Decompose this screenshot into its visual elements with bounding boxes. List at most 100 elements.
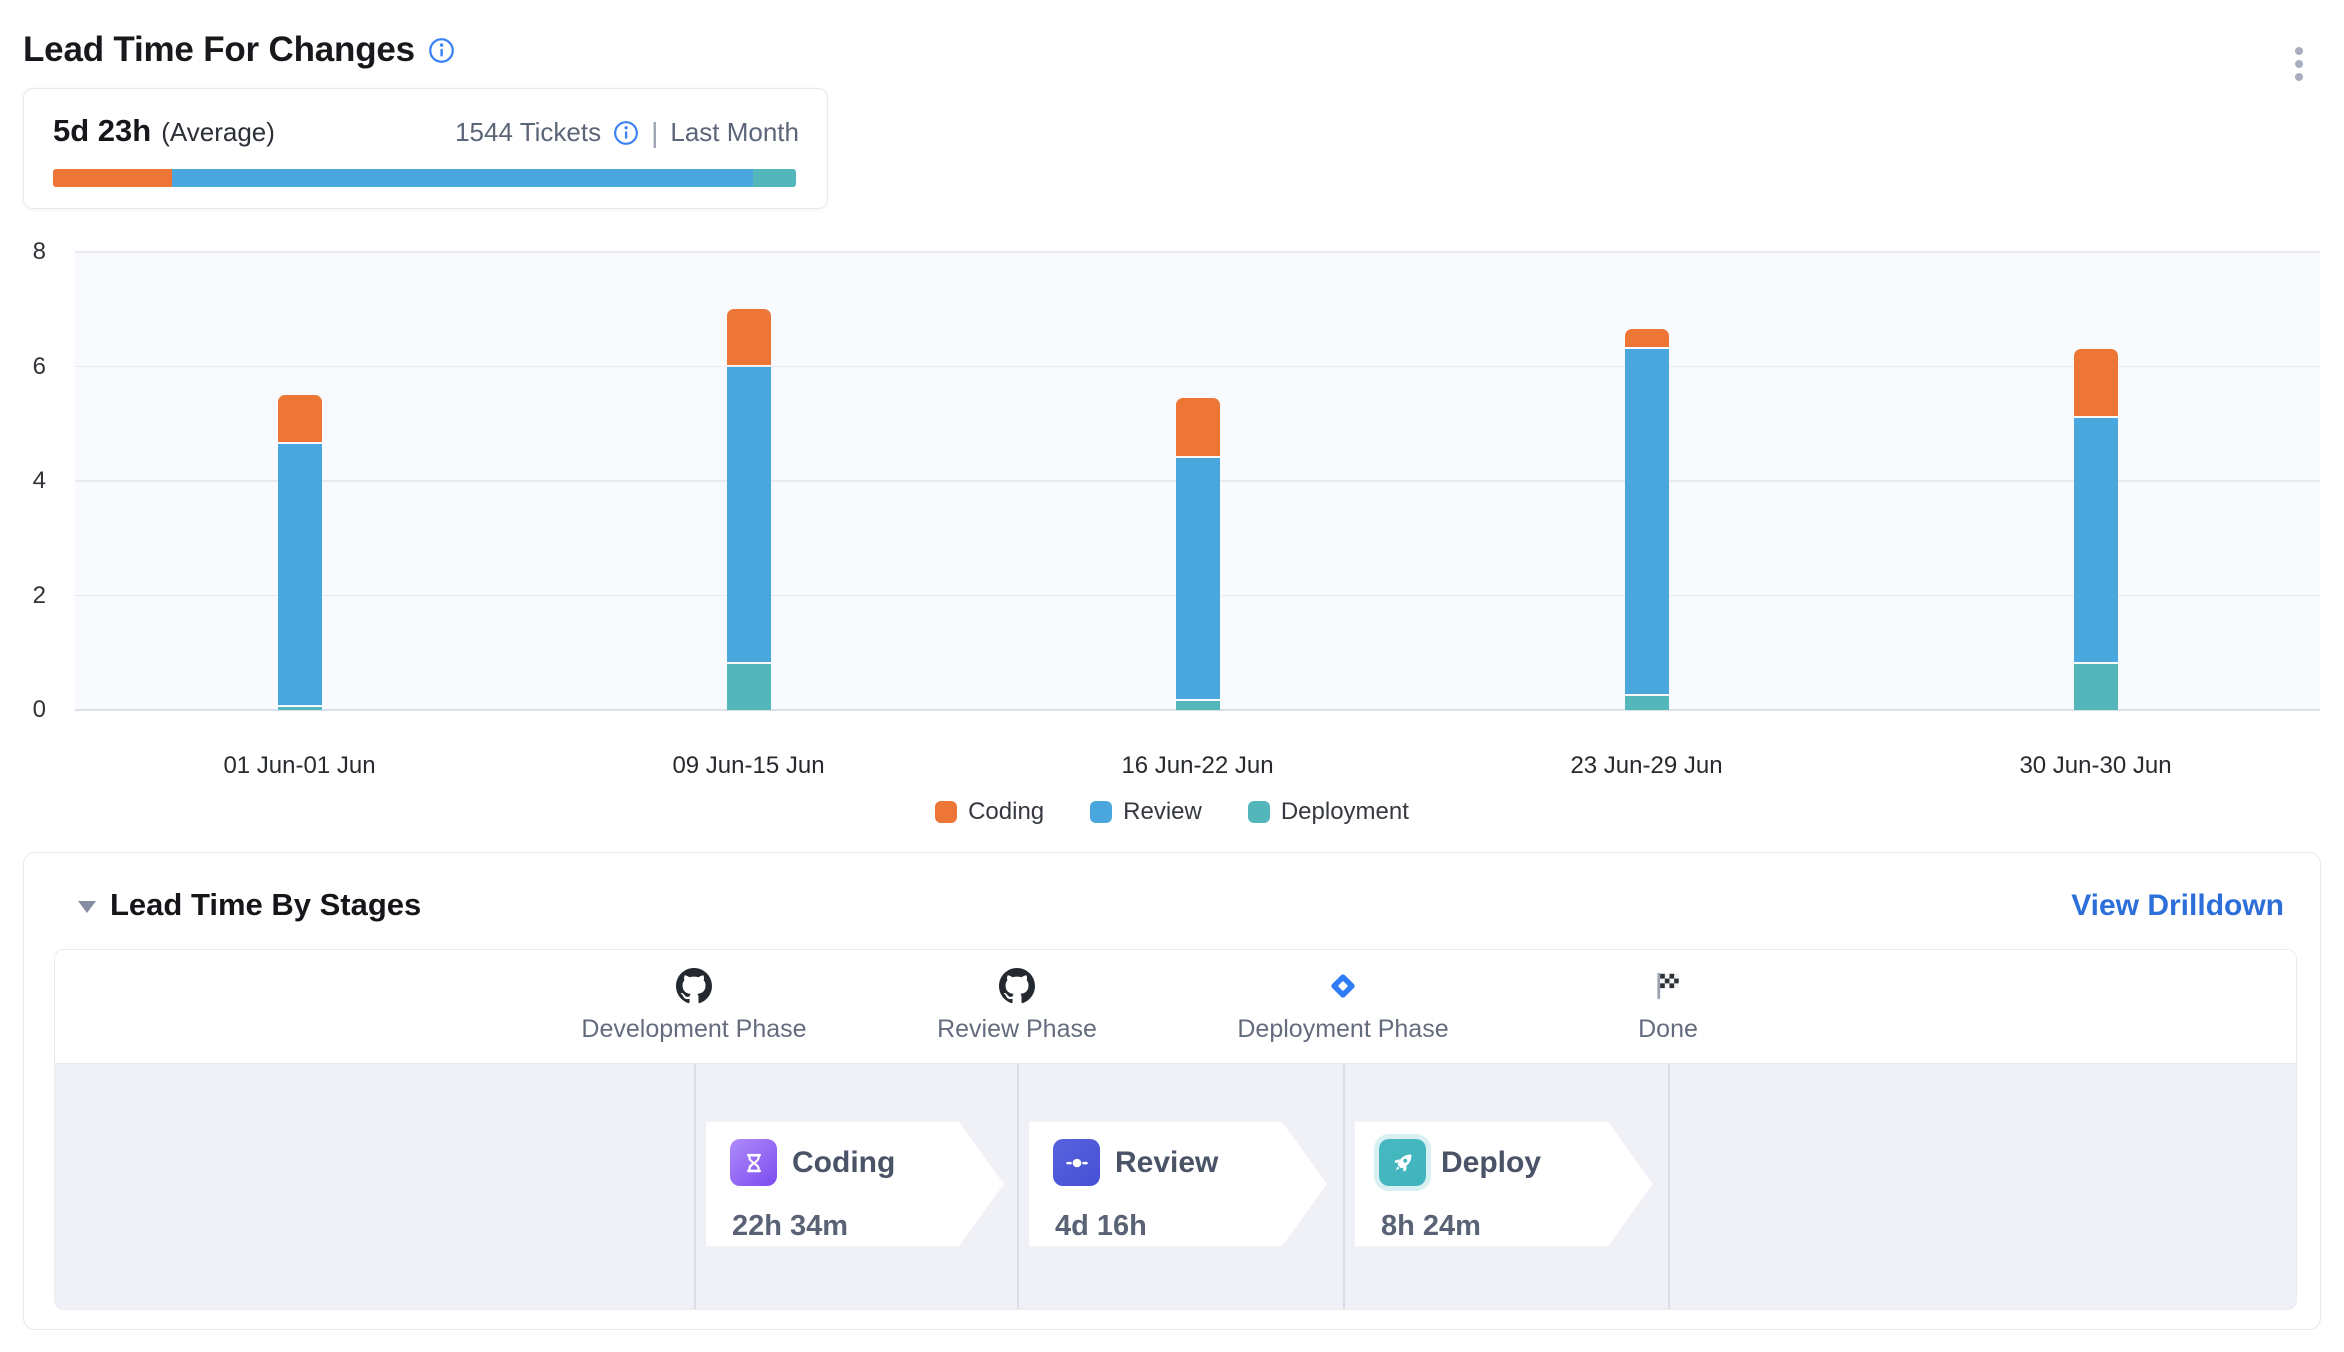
checkered-flag-icon [1538,966,1798,1006]
commit-icon [1053,1139,1100,1186]
github-icon [887,966,1147,1006]
x-axis: 01 Jun-01 Jun09 Jun-15 Jun16 Jun-22 Jun2… [75,752,2320,780]
legend-label: Review [1123,798,1202,826]
legend-swatch [935,801,957,823]
stages-table: Development Phase Review Phase [54,949,2297,1310]
hourglass-icon [730,1139,777,1186]
bar-band [1871,252,2320,710]
stacked-bar-09 Jun-15 Jun[interactable] [727,252,771,710]
legend-label: Coding [968,798,1044,826]
bar-segment-deployment[interactable] [1625,696,1669,710]
kebab-menu-button[interactable] [2284,34,2314,94]
stage-card-title: Deploy [1441,1146,1541,1180]
jira-diamond-icon [1213,966,1473,1006]
average-label: (Average) [161,117,275,148]
bar-segment-review[interactable] [1176,458,1220,699]
column-divider [1017,1064,1019,1309]
title-info-icon[interactable] [428,37,455,64]
column-divider [1343,1064,1345,1309]
lead-time-for-changes-page: Lead Time For Changes 5d 23h (Average) 1… [0,0,2344,1352]
summary-bar-segment-review [172,169,753,187]
y-tick-label: 0 [0,696,46,724]
bar-segment-review[interactable] [1625,349,1669,693]
bar-segment-coding[interactable] [278,395,322,442]
bar-segment-coding[interactable] [1176,398,1220,456]
rocket-icon [1379,1139,1426,1186]
tickets-info-icon[interactable] [613,120,639,146]
phase-deployment: Deployment Phase [1213,966,1473,1044]
stacked-bar-01 Jun-01 Jun[interactable] [278,252,322,710]
stacked-bar-30 Jun-30 Jun[interactable] [2074,252,2118,710]
summary-distribution-bar [53,169,796,187]
phase-done: Done [1538,966,1798,1044]
stage-card-review[interactable]: Review 4d 16h [1029,1122,1327,1246]
legend-item-review[interactable]: Review [1090,798,1202,826]
average-lead-time-value: 5d 23h [53,113,151,149]
stage-card-value: 22h 34m [732,1210,848,1243]
bar-segment-deployment[interactable] [727,664,771,710]
stage-card-value: 8h 24m [1381,1210,1481,1243]
github-icon [564,966,824,1006]
stacked-bar-23 Jun-29 Jun[interactable] [1625,252,1669,710]
tickets-count: 1544 Tickets [455,117,601,148]
legend-label: Deployment [1281,798,1409,826]
phase-development: Development Phase [564,966,824,1044]
x-axis-label: 23 Jun-29 Jun [1422,752,1871,780]
stage-card-value: 4d 16h [1055,1210,1147,1243]
summary-bar-segment-deployment [753,169,796,187]
bar-segment-deployment[interactable] [2074,664,2118,710]
phase-label: Deployment Phase [1213,1015,1473,1044]
x-axis-label: 16 Jun-22 Jun [973,752,1422,780]
header: Lead Time For Changes [23,30,455,70]
bar-segment-review[interactable] [2074,418,2118,662]
y-tick-label: 2 [0,582,46,610]
stages-title: Lead Time By Stages [110,887,421,923]
bar-band [75,252,524,710]
stages-body: Coding 22h 34m Review [55,1064,2296,1309]
lead-time-chart: 01 Jun-01 Jun09 Jun-15 Jun16 Jun-22 Jun2… [0,240,2344,846]
bar-segment-review[interactable] [727,367,771,663]
bar-segment-coding[interactable] [727,309,771,364]
bar-segment-deployment[interactable] [1176,701,1220,710]
stacked-bar-16 Jun-22 Jun[interactable] [1176,252,1220,710]
lead-time-by-stages-panel: Lead Time By Stages View Drilldown Devel… [23,852,2321,1330]
bar-band [973,252,1422,710]
bar-segment-deployment[interactable] [278,707,322,710]
stage-card-title: Review [1115,1146,1218,1180]
summary-card: 5d 23h (Average) 1544 Tickets | Last Mon… [23,88,828,209]
stage-card-title: Coding [792,1146,895,1180]
summary-meta: 1544 Tickets | Last Month [455,117,799,149]
column-divider [1668,1064,1670,1309]
column-divider [694,1064,696,1309]
phases-header-row: Development Phase Review Phase [55,950,2296,1064]
summary-top-row: 5d 23h (Average) 1544 Tickets | Last Mon… [53,113,799,149]
bar-segment-coding[interactable] [2074,349,2118,416]
phase-label: Development Phase [564,1015,824,1044]
page-title: Lead Time For Changes [23,30,415,70]
legend-item-coding[interactable]: Coding [935,798,1044,826]
divider: | [651,117,658,149]
bar-band [1422,252,1871,710]
x-axis-label: 01 Jun-01 Jun [75,752,524,780]
phase-label: Done [1538,1015,1798,1044]
bar-segment-review[interactable] [278,444,322,705]
phase-label: Review Phase [887,1015,1147,1044]
chart-legend: Coding Review Deployment [0,798,2344,826]
x-axis-label: 09 Jun-15 Jun [524,752,973,780]
y-tick-label: 4 [0,467,46,495]
y-tick-label: 8 [0,238,46,266]
legend-item-deployment[interactable]: Deployment [1248,798,1409,826]
phase-review: Review Phase [887,966,1147,1044]
collapse-arrow-icon[interactable] [78,901,96,913]
y-tick-label: 6 [0,353,46,381]
x-axis-label: 30 Jun-30 Jun [1871,752,2320,780]
plot-area [75,252,2320,710]
period-label: Last Month [670,117,799,148]
legend-swatch [1090,801,1112,823]
stage-card-deploy[interactable]: Deploy 8h 24m [1355,1122,1653,1246]
stage-card-coding[interactable]: Coding 22h 34m [706,1122,1004,1246]
bar-segment-coding[interactable] [1625,329,1669,347]
summary-bar-segment-coding [53,169,172,187]
view-drilldown-link[interactable]: View Drilldown [2071,889,2284,923]
legend-swatch [1248,801,1270,823]
